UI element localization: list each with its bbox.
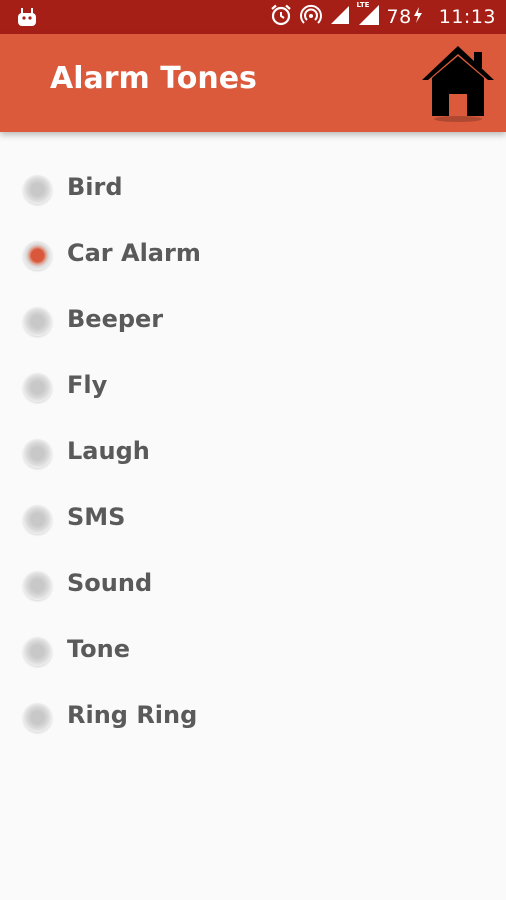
tone-label: Sound	[67, 569, 153, 597]
tone-item-bird[interactable]: Bird	[0, 156, 506, 222]
lte-label: LTE	[356, 1, 370, 9]
tone-item-sound[interactable]: Sound	[0, 552, 506, 618]
tone-list: Bird Car Alarm Beeper Fly Laugh SMS Soun…	[0, 156, 506, 750]
signal-icon	[329, 4, 351, 30]
radio-button[interactable]	[23, 307, 52, 336]
app-bar: Alarm Tones	[0, 34, 506, 132]
radio-button[interactable]	[23, 703, 52, 732]
tone-item-tone[interactable]: Tone	[0, 618, 506, 684]
radio-button[interactable]	[23, 637, 52, 666]
radio-button[interactable]	[23, 373, 52, 402]
android-icon	[16, 7, 38, 27]
status-icons: LTE 78 11:13	[269, 0, 496, 34]
tone-label: Ring Ring	[67, 701, 198, 729]
tone-label: Beeper	[67, 305, 164, 333]
status-bar: LTE 78 11:13	[0, 0, 506, 34]
alarm-icon	[269, 3, 293, 31]
tone-item-sms[interactable]: SMS	[0, 486, 506, 552]
status-clock: 11:13	[438, 6, 496, 28]
radio-button[interactable]	[23, 571, 52, 600]
tone-label: Tone	[67, 635, 131, 663]
tone-item-laugh[interactable]: Laugh	[0, 420, 506, 486]
radio-button[interactable]	[23, 175, 52, 204]
tone-item-ring-ring[interactable]: Ring Ring	[0, 684, 506, 750]
tone-label: Fly	[67, 371, 108, 399]
battery-charging-icon	[413, 6, 423, 28]
tone-label: Car Alarm	[67, 239, 201, 267]
hotspot-icon	[299, 3, 323, 31]
tone-item-beeper[interactable]: Beeper	[0, 288, 506, 354]
lte-signal-icon: LTE	[356, 1, 381, 31]
battery-indicator: 78	[387, 6, 423, 28]
home-icon	[418, 46, 498, 126]
radio-button-selected[interactable]	[23, 241, 52, 270]
tone-label: Bird	[67, 173, 123, 201]
battery-level: 78	[386, 6, 412, 28]
tone-item-car-alarm[interactable]: Car Alarm	[0, 222, 506, 288]
page-title: Alarm Tones	[50, 61, 257, 96]
tone-item-fly[interactable]: Fly	[0, 354, 506, 420]
radio-button[interactable]	[23, 505, 52, 534]
home-button[interactable]	[418, 42, 498, 122]
tone-label: SMS	[67, 503, 126, 531]
tone-label: Laugh	[67, 437, 150, 465]
radio-button[interactable]	[23, 439, 52, 468]
